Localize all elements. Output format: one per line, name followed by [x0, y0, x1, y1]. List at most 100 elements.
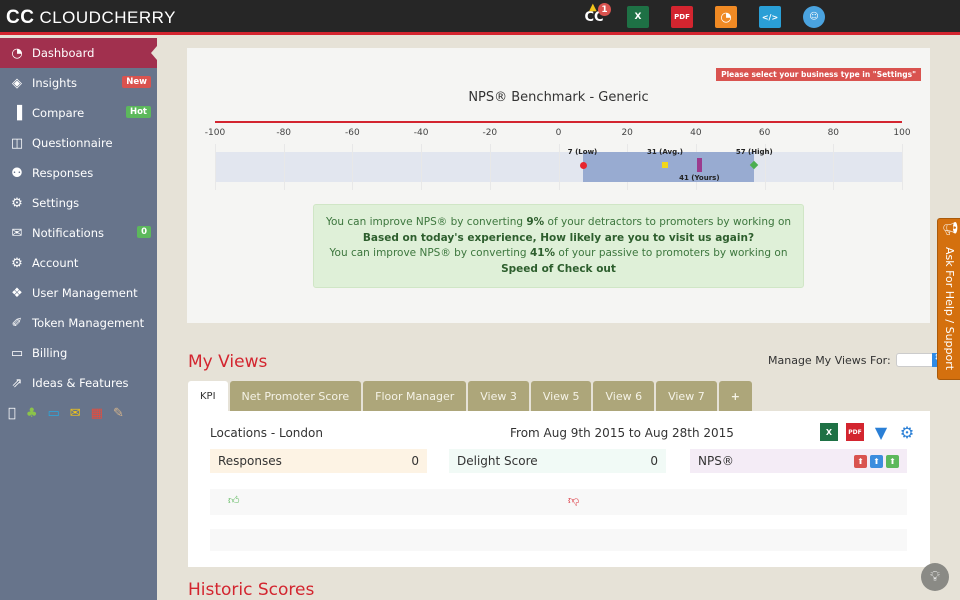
- sidebar-icon: ◔: [11, 45, 23, 61]
- benchmark-range: [582, 152, 755, 182]
- sidebar-item-label: Insights: [32, 76, 77, 90]
- sidebar-icon: ⚙: [11, 255, 23, 271]
- sidebar-item-dashboard[interactable]: ◔ Dashboard: [0, 38, 157, 68]
- detractors-button[interactable]: ⬆: [854, 454, 867, 468]
- sidebar-icon: ◈: [12, 75, 22, 91]
- tab-kpi[interactable]: KPI: [188, 381, 228, 411]
- laptop-icon[interactable]: ▭: [47, 406, 59, 421]
- tick-label: -60: [345, 128, 360, 138]
- sidebar-item-label: Notifications: [32, 226, 104, 240]
- grid-line: [352, 144, 354, 190]
- benchmark-panel: Please select your business type in "Set…: [187, 48, 930, 323]
- sidebar-item-notifications[interactable]: ✉ Notifications 0: [0, 218, 157, 248]
- android-icon[interactable]: ♣: [26, 406, 38, 421]
- passives-button[interactable]: ⬆: [870, 454, 883, 468]
- improvement-alert: You can improve NPS® by converting 9% of…: [313, 204, 804, 288]
- sidebar-item-responses[interactable]: ⚉ Responses: [0, 158, 157, 188]
- sidebar-icon: ◫: [10, 135, 24, 151]
- sidebar-item-questionnaire[interactable]: ◫ Questionnaire: [0, 128, 157, 158]
- sidebar-icon: ▐: [12, 105, 22, 121]
- lightbulb-icon[interactable]: 💡︎: [921, 563, 949, 591]
- manage-views-label: Manage My Views For:: [768, 353, 891, 367]
- top-bar: CC CLOUDCHERRY ▲ CC 1 X PDF ◔ </> ☺: [0, 0, 960, 35]
- excel-icon[interactable]: X: [627, 6, 649, 28]
- tick-label: 100: [893, 128, 911, 138]
- tab-view-6[interactable]: View 6: [593, 381, 655, 411]
- sidebar-item-account[interactable]: ⚙ Account: [0, 248, 157, 278]
- cc-alert-icon[interactable]: ▲ CC 1: [583, 2, 611, 28]
- grid-line: [833, 144, 835, 190]
- metric-delight-score: Delight Score 0: [449, 449, 666, 473]
- tab-net-promoter-score[interactable]: Net Promoter Score: [229, 381, 362, 411]
- thumbs-down-icon: 👎︎: [568, 494, 580, 507]
- sidebar-badge: Hot: [125, 106, 151, 118]
- warning-icon: ▲: [589, 2, 597, 13]
- help-support-tab[interactable]: 📢︎ Ask For Help / Support: [937, 218, 960, 380]
- chart-divider: [215, 121, 902, 123]
- pdf-icon[interactable]: PDF: [671, 6, 693, 28]
- sidebar-item-ideas-features[interactable]: ⇗ Ideas & Features: [0, 368, 157, 398]
- tick-label: -40: [413, 128, 429, 138]
- sidebar-icon: ✐: [11, 315, 23, 331]
- sidebar-item-settings[interactable]: ⚙ Settings: [0, 188, 157, 218]
- business-type-alert[interactable]: Please select your business type in "Set…: [716, 68, 921, 81]
- sidebar-item-token-management[interactable]: ✐ Token Management: [0, 308, 157, 338]
- logo-mark: CC: [6, 7, 35, 28]
- export-excel-icon[interactable]: X: [820, 423, 838, 441]
- location-label: Locations - London: [210, 426, 323, 440]
- sidebar-item-label: Settings: [32, 196, 80, 210]
- rss-icon[interactable]: ◔: [715, 6, 737, 28]
- grid-line: [215, 144, 216, 190]
- manage-views: Manage My Views For:: [768, 353, 944, 367]
- sidebar-icon: ✉: [11, 225, 23, 241]
- app-logo[interactable]: CC CLOUDCHERRY: [6, 7, 176, 29]
- sidebar-item-insights[interactable]: ◈ Insights New: [0, 68, 157, 98]
- marker-label: 57 (High): [735, 148, 773, 156]
- add-view-tab[interactable]: +: [718, 381, 752, 411]
- apple-icon[interactable]: : [8, 406, 16, 421]
- grid-line: [283, 144, 285, 190]
- grid-line: [902, 144, 903, 190]
- sidebar-badge: New: [122, 76, 151, 88]
- tab-view-5[interactable]: View 5: [530, 381, 592, 411]
- email-icon[interactable]: ✉: [70, 406, 81, 421]
- sidebar-item-user-management[interactable]: ❖ User Management: [0, 278, 157, 308]
- metric-nps: NPS® ⬆ ⬆ ⬆: [690, 449, 907, 473]
- gear-icon[interactable]: ⚙: [898, 423, 916, 442]
- date-range: From Aug 9th 2015 to Aug 28th 2015: [510, 426, 734, 440]
- export-pdf-icon[interactable]: PDF: [846, 423, 864, 441]
- edit-icon[interactable]: ✎: [113, 406, 124, 421]
- sidebar-item-label: Dashboard: [32, 46, 95, 60]
- sidebar: ◔ Dashboard ◈ Insights New ▐ Compare Hot ◫ Questi…: [0, 38, 157, 600]
- grid-line: [558, 144, 560, 190]
- sidebar-item-label: Questionnaire: [32, 136, 113, 150]
- code-icon[interactable]: </>: [759, 6, 781, 28]
- marker-bar: [697, 158, 703, 172]
- user-avatar-icon[interactable]: ☺: [803, 6, 825, 28]
- marker-circle: [579, 162, 587, 169]
- tab-view-7[interactable]: View 7: [656, 381, 717, 411]
- thumbs-up-icon: 👍︎: [228, 494, 240, 507]
- marker-label: 31 (Avg.): [646, 148, 683, 156]
- qr-code-icon[interactable]: ▦: [91, 406, 103, 421]
- promoters-button[interactable]: ⬆: [886, 454, 899, 468]
- sidebar-icon: ⚙: [11, 195, 23, 211]
- grid-line: [421, 144, 423, 190]
- kpi-panel: Locations - London From Aug 9th 2015 to …: [188, 411, 930, 567]
- chart-title: NPS® Benchmark - Generic: [468, 90, 649, 105]
- tick-label: 60: [758, 128, 771, 138]
- sidebar-item-billing[interactable]: ▭ Billing: [0, 338, 157, 368]
- megaphone-icon: 📢︎: [942, 222, 959, 237]
- sidebar-item-label: Responses: [32, 166, 94, 180]
- sidebar-icon: ⚉: [11, 165, 23, 181]
- marker-label: 41 (Yours): [679, 174, 720, 182]
- notification-count-badge: 1: [598, 3, 611, 16]
- sidebar-item-compare[interactable]: ▐ Compare Hot: [0, 98, 157, 128]
- tab-floor-manager[interactable]: Floor Manager: [363, 381, 467, 411]
- sidebar-item-label: Account: [32, 256, 79, 270]
- tab-view-3[interactable]: View 3: [468, 381, 529, 411]
- filter-icon[interactable]: ▼: [872, 423, 890, 442]
- feedback-row: 👍︎ 👎︎: [210, 489, 907, 515]
- tick-label: 0: [555, 128, 562, 138]
- tick-label: 20: [621, 128, 633, 138]
